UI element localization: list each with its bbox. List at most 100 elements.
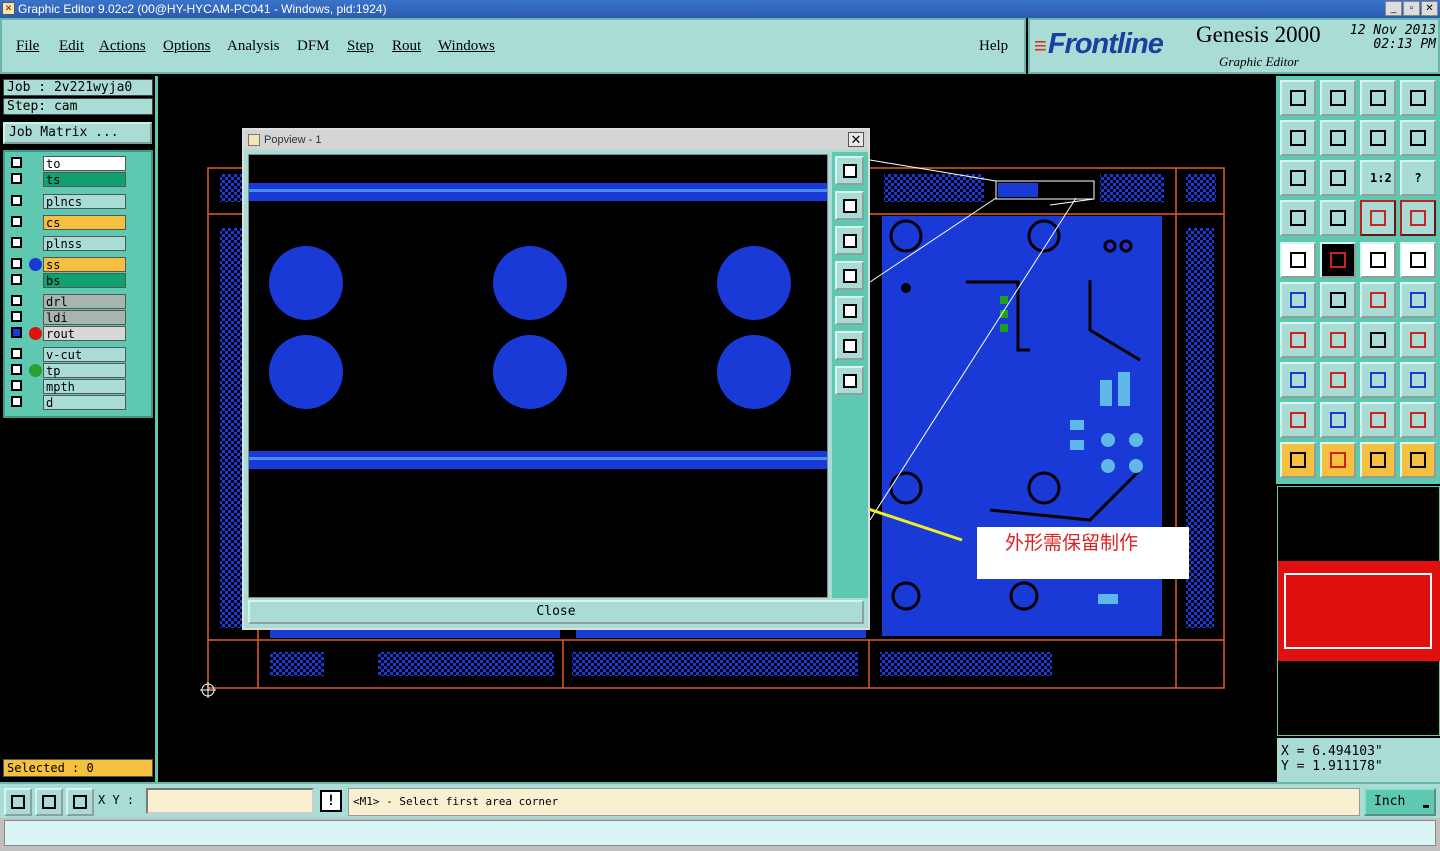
tool-pan-left[interactable] [1280, 120, 1316, 156]
status-tool-3[interactable] [66, 788, 94, 816]
tool-layer-b[interactable] [1400, 200, 1436, 236]
tool-select-area[interactable] [1360, 442, 1396, 478]
layer-checkbox[interactable] [11, 364, 22, 375]
layer-checkbox[interactable] [11, 274, 22, 285]
menu-edit[interactable]: Edit [59, 38, 84, 55]
tool-add-pad[interactable] [1280, 242, 1316, 278]
tool-ruler[interactable] [1360, 242, 1396, 278]
layer-name[interactable]: bs [43, 273, 126, 288]
layer-name[interactable]: to [43, 156, 126, 171]
layer-name[interactable]: tp [43, 363, 126, 378]
tool-frame[interactable] [1360, 362, 1396, 398]
menu-step[interactable]: Step [347, 38, 374, 55]
layer-row-cs[interactable]: cs [8, 215, 126, 230]
tool-scale[interactable]: 1:2 [1360, 160, 1396, 196]
layer-name[interactable]: ss [43, 257, 126, 272]
tool-grid[interactable] [1320, 200, 1356, 236]
layer-row-mpth[interactable]: mpth [8, 379, 126, 394]
layer-name[interactable]: ts [43, 172, 126, 187]
popview-tool-2[interactable] [835, 191, 864, 220]
popview-tool-7[interactable] [835, 366, 864, 395]
layer-name[interactable]: drl [43, 294, 126, 309]
popview-close-icon[interactable]: ✕ [848, 132, 864, 147]
popview-tool-3[interactable] [835, 226, 864, 255]
menu-analysis[interactable]: Analysis [227, 38, 280, 55]
menu-rout[interactable]: Rout [392, 38, 421, 55]
tool-zoom-center[interactable] [1320, 160, 1356, 196]
layer-row-d[interactable]: d [8, 395, 126, 410]
tool-pan-right[interactable] [1320, 120, 1356, 156]
tool-open-up[interactable] [1280, 80, 1316, 116]
popview-tool-4[interactable] [835, 261, 864, 290]
tool-triangle-d[interactable] [1400, 402, 1436, 438]
layer-name[interactable]: ldi [43, 310, 126, 325]
layer-checkbox[interactable] [11, 348, 22, 359]
layer-row-ldi[interactable]: ldi [8, 310, 126, 325]
tool-cross[interactable] [1320, 282, 1356, 318]
overview-map[interactable] [1277, 486, 1440, 736]
popview-tool-6[interactable] [835, 331, 864, 360]
layer-name[interactable]: d [43, 395, 126, 410]
tool-copy-pad[interactable] [1400, 282, 1436, 318]
tool-window[interactable] [1400, 80, 1436, 116]
xy-input[interactable] [146, 788, 314, 814]
layer-checkbox[interactable] [11, 237, 22, 248]
close-window-button[interactable]: ✕ [1421, 1, 1438, 16]
menu-help[interactable]: Help [979, 38, 1008, 55]
tool-slash[interactable] [1320, 322, 1356, 358]
tool-measure[interactable] [1280, 200, 1316, 236]
menu-dfm[interactable]: DFM [297, 38, 330, 55]
tool-select-net[interactable] [1400, 442, 1436, 478]
tool-zoom-fit[interactable] [1280, 160, 1316, 196]
tool-triangle-a[interactable] [1280, 402, 1316, 438]
tool-layer-a[interactable] [1360, 200, 1396, 236]
popview-canvas[interactable] [248, 154, 828, 598]
tool-add-line[interactable] [1320, 242, 1356, 278]
popview-tool-5[interactable] [835, 296, 864, 325]
tool-surface[interactable] [1400, 242, 1436, 278]
layer-checkbox[interactable] [11, 173, 22, 184]
layer-checkbox[interactable] [11, 327, 22, 338]
tool-angle[interactable] [1280, 322, 1316, 358]
layer-row-plncs[interactable]: plncs [8, 194, 126, 209]
tool-snap[interactable] [1400, 120, 1436, 156]
popview-tool-1[interactable] [835, 156, 864, 185]
units-dropdown[interactable]: Inch ▬ [1364, 788, 1436, 816]
layer-name[interactable]: mpth [43, 379, 126, 394]
layer-checkbox[interactable] [11, 216, 22, 227]
layer-row-rout[interactable]: rout [8, 326, 126, 341]
tool-net[interactable] [1280, 282, 1316, 318]
layer-checkbox[interactable] [11, 157, 22, 168]
layer-row-drl[interactable]: drl [8, 294, 126, 309]
tool-triangle-b[interactable] [1320, 402, 1356, 438]
menu-file[interactable]: File [16, 38, 39, 55]
tool-triangle-c[interactable] [1360, 402, 1396, 438]
layer-name[interactable]: cs [43, 215, 126, 230]
layer-name[interactable]: plnss [43, 236, 126, 251]
layer-row-to[interactable]: to [8, 156, 126, 171]
tool-select-box[interactable] [1320, 442, 1356, 478]
tool-split[interactable] [1320, 362, 1356, 398]
status-tool-2[interactable] [35, 788, 63, 816]
tool-undo-view[interactable] [1360, 120, 1396, 156]
menu-options[interactable]: Options [163, 38, 211, 55]
maximize-button[interactable]: ▫ [1403, 1, 1420, 16]
layer-name[interactable]: v-cut [43, 347, 126, 362]
message-button[interactable]: ! [320, 790, 342, 812]
layer-row-v-cut[interactable]: v-cut [8, 347, 126, 362]
layer-checkbox[interactable] [11, 311, 22, 322]
layer-row-tp[interactable]: tp [8, 363, 126, 378]
layer-row-ts[interactable]: ts [8, 172, 126, 187]
layer-name[interactable]: rout [43, 326, 126, 341]
job-matrix-button[interactable]: Job Matrix ... [3, 122, 152, 144]
popview-close-button[interactable]: Close [248, 600, 864, 624]
minimize-button[interactable]: _ [1385, 1, 1402, 16]
layer-checkbox[interactable] [11, 258, 22, 269]
layer-checkbox[interactable] [11, 295, 22, 306]
tool-move-pad[interactable] [1360, 282, 1396, 318]
layer-row-ss[interactable]: ss [8, 257, 126, 272]
tool-group[interactable] [1400, 362, 1436, 398]
layer-checkbox[interactable] [11, 380, 22, 391]
tool-pad-select[interactable] [1280, 362, 1316, 398]
tool-mirror[interactable] [1400, 322, 1436, 358]
